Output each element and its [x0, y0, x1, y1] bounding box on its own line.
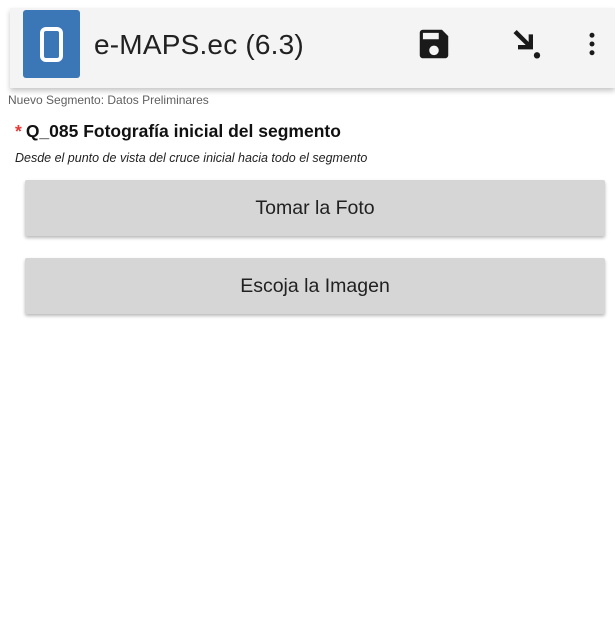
required-marker: *: [15, 121, 22, 141]
download-arrow-icon: [513, 30, 541, 59]
choose-image-button[interactable]: Escoja la Imagen: [25, 258, 605, 314]
app-logo-icon: [23, 10, 80, 78]
take-photo-button[interactable]: Tomar la Foto: [25, 180, 605, 236]
question-label: * Q_085 Fotografía inicial del segmento: [15, 121, 341, 142]
download-button[interactable]: [504, 22, 548, 66]
save-button[interactable]: [412, 22, 456, 66]
app-logo-mark: [40, 27, 63, 62]
question-hint: Desde el punto de vista del cruce inicia…: [15, 151, 368, 165]
screen: e-MAPS.ec (6.3) Nuevo Segmento: Datos Pr…: [0, 0, 615, 620]
app-bar: e-MAPS.ec (6.3): [10, 8, 615, 88]
form-section-header: Nuevo Segmento: Datos Preliminares: [8, 93, 209, 107]
more-vert-icon: [589, 32, 595, 56]
question-text: Q_085 Fotografía inicial del segmento: [25, 121, 341, 141]
app-title: e-MAPS.ec (6.3): [94, 29, 304, 60]
save-icon: [419, 29, 449, 59]
overflow-menu-button[interactable]: [576, 22, 608, 66]
